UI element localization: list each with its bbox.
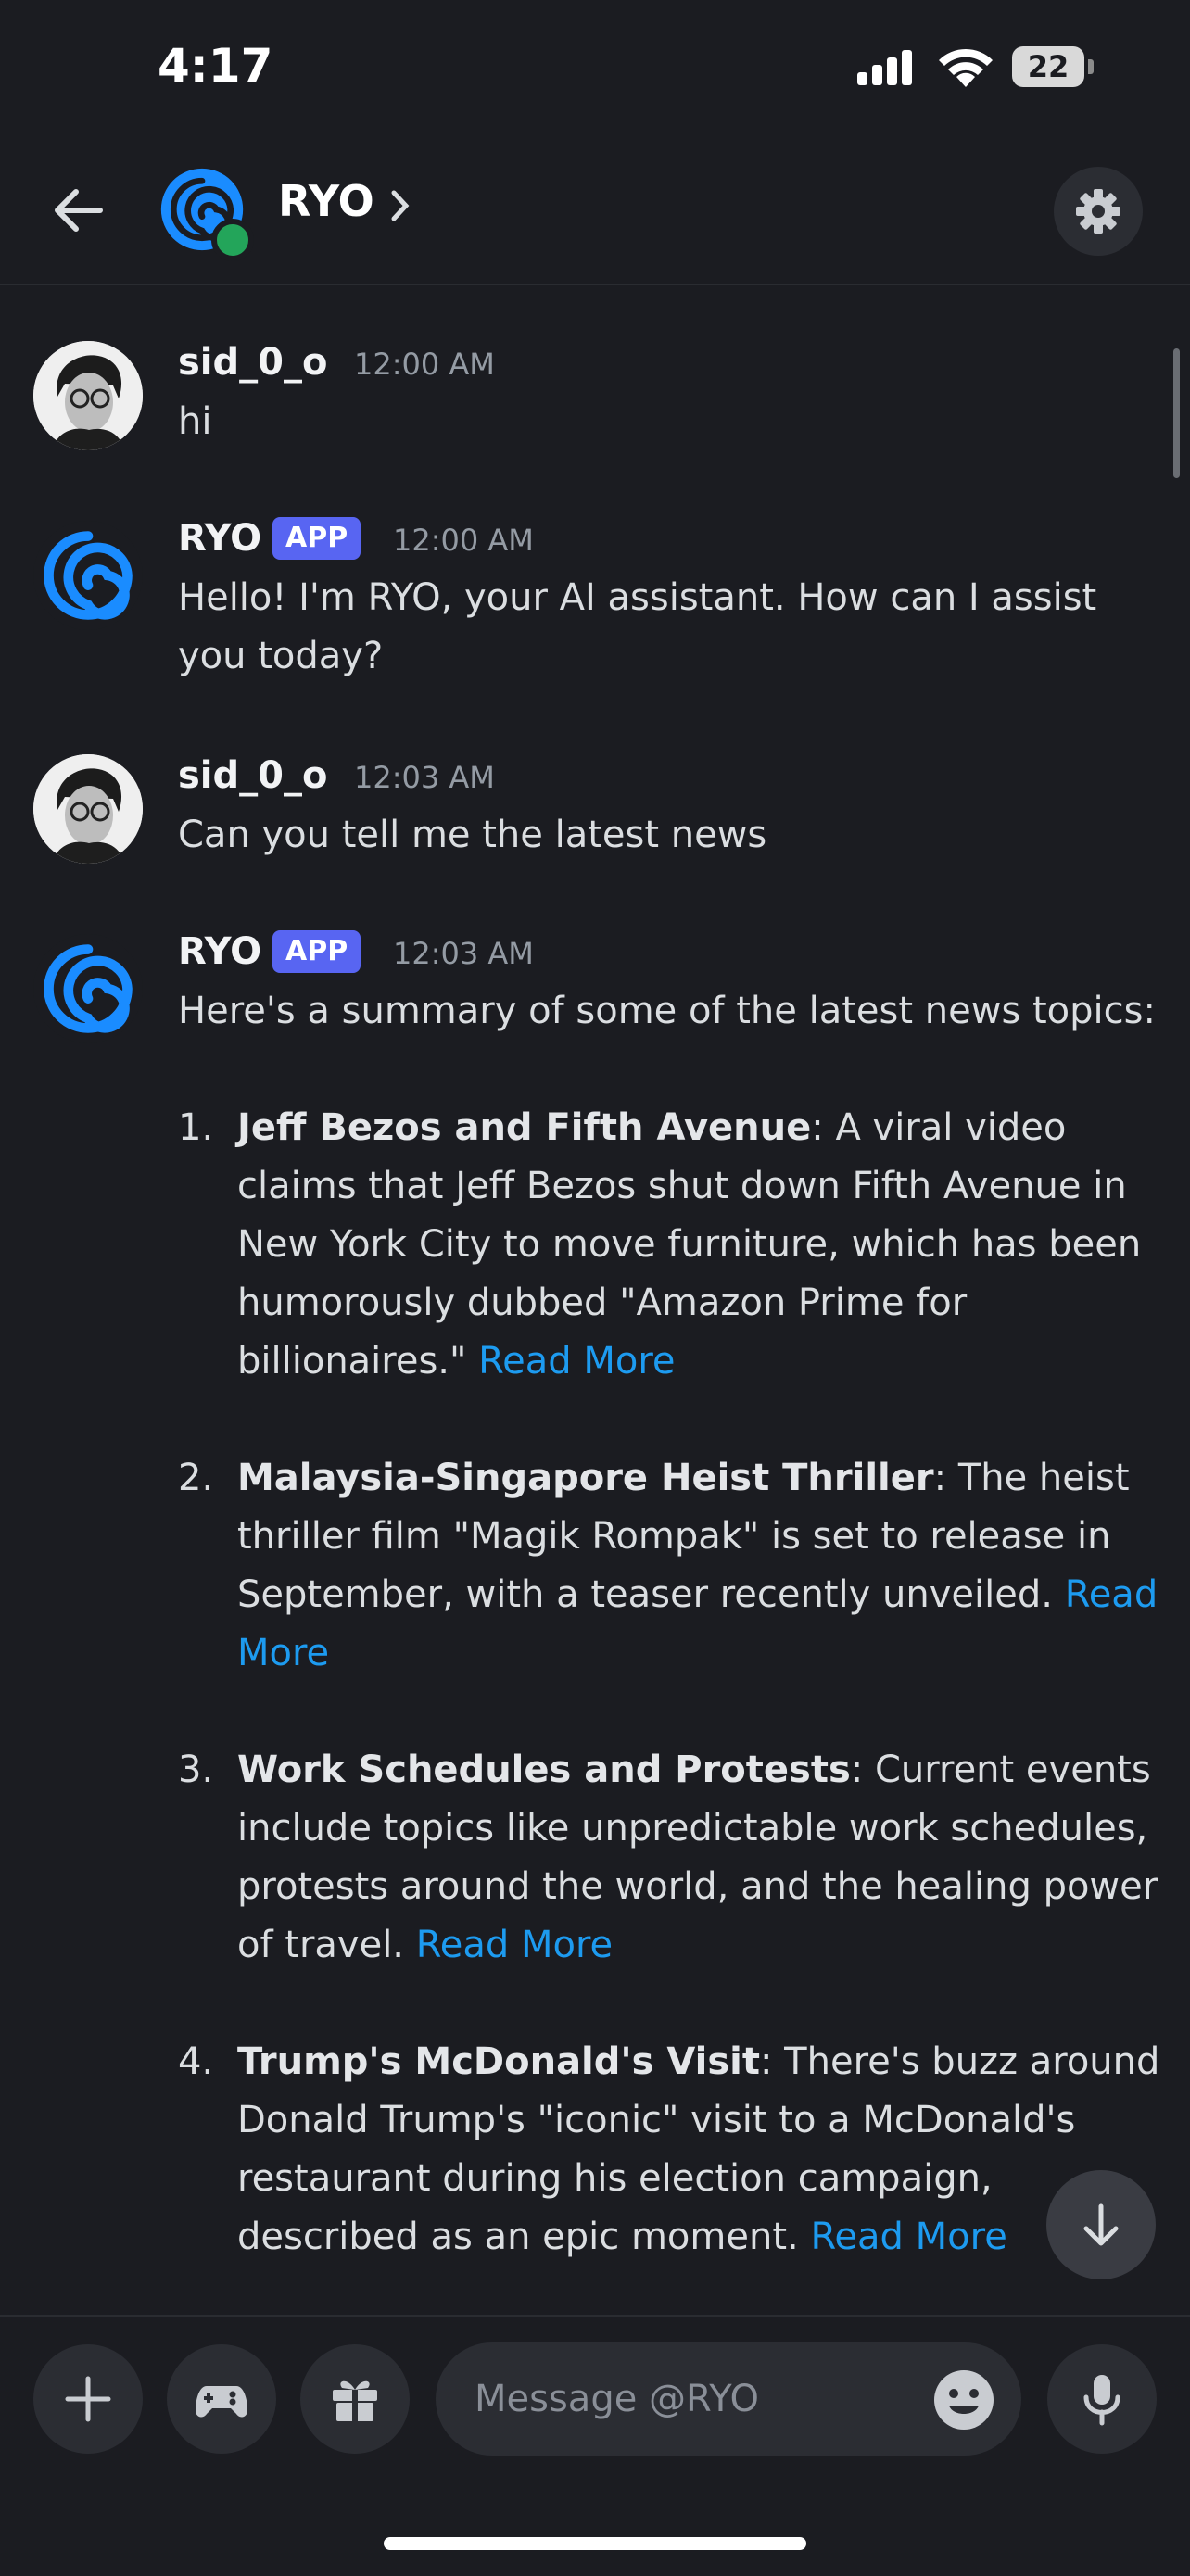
add-attachment-button[interactable] [33, 2344, 143, 2454]
author-name[interactable]: RYO [178, 517, 261, 560]
message-text: Can you tell me the latest news [178, 814, 767, 856]
home-indicator[interactable] [384, 2537, 806, 2550]
battery-level: 22 [1027, 49, 1070, 84]
read-more-link[interactable]: Read More [416, 1924, 613, 1966]
gift-button[interactable] [300, 2344, 410, 2454]
list-number: 3. [178, 1749, 214, 1791]
message-timestamp: 12:00 AM [393, 523, 534, 558]
read-more-link[interactable]: Read More [478, 1340, 675, 1383]
microphone-icon [1083, 2375, 1120, 2426]
user-avatar[interactable] [33, 341, 143, 450]
message-text: hi [178, 400, 212, 443]
chevron-right-icon[interactable] [389, 187, 411, 224]
status-bar: 4:17 22 [0, 0, 1190, 139]
person-photo-icon [33, 341, 143, 450]
author-name[interactable]: sid_0_o [178, 341, 327, 384]
plus-icon [65, 2376, 111, 2422]
online-status-icon [211, 219, 254, 261]
battery-icon: 22 [1012, 46, 1084, 87]
activities-button[interactable] [167, 2344, 276, 2454]
list-number: 2. [178, 1457, 214, 1499]
news-title: Trump's McDonald's Visit [237, 2040, 760, 2083]
message-text: Hello! I'm RYO, your AI assistant. How c… [178, 576, 1097, 677]
arrow-down-icon [1083, 2203, 1119, 2246]
news-list-item: 1. Jeff Bezos and Fifth Avenue: A viral … [178, 1099, 1160, 1391]
scrollbar[interactable] [1173, 348, 1180, 478]
gamepad-icon [196, 2386, 247, 2418]
message-timestamp: 12:03 AM [354, 760, 495, 795]
dm-header: RYO [0, 139, 1190, 285]
list-number: 4. [178, 2040, 214, 2083]
gift-icon [333, 2380, 377, 2421]
news-title: Malaysia-Singapore Heist Thriller [237, 1457, 934, 1499]
voice-message-button[interactable] [1047, 2344, 1157, 2454]
user-avatar[interactable] [33, 754, 143, 864]
ryo-avatar[interactable] [33, 521, 143, 630]
back-arrow-icon[interactable] [46, 178, 111, 243]
author-name[interactable]: RYO [178, 930, 261, 973]
list-number: 1. [178, 1106, 214, 1149]
gear-icon [1076, 189, 1120, 234]
wifi-icon [939, 48, 993, 87]
message-timestamp: 12:00 AM [354, 347, 495, 382]
status-time: 4:17 [158, 39, 273, 93]
message-text: Here's a summary of some of the latest n… [178, 990, 1156, 1032]
news-list-item: 3. Work Schedules and Protests: Current … [178, 1741, 1160, 1975]
signal-icon [857, 50, 912, 85]
battery-tip [1088, 59, 1094, 74]
app-badge: APP [272, 930, 361, 973]
news-title: Work Schedules and Protests [237, 1749, 851, 1791]
ryo-avatar[interactable] [33, 934, 143, 1043]
person-photo-icon [33, 754, 143, 864]
smiley-icon[interactable] [932, 2368, 995, 2431]
settings-button[interactable] [1054, 167, 1143, 256]
app-badge: APP [272, 517, 361, 560]
news-list-item: 2. Malaysia-Singapore Heist Thriller: Th… [178, 1449, 1160, 1683]
author-name[interactable]: sid_0_o [178, 754, 327, 797]
news-title: Jeff Bezos and Fifth Avenue [237, 1106, 812, 1149]
jump-to-latest-button[interactable] [1046, 2170, 1156, 2279]
news-list-item: 4. Trump's McDonald's Visit: There's buz… [178, 2033, 1160, 2267]
dm-title[interactable]: RYO [278, 176, 374, 226]
read-more-link[interactable]: Read More [810, 2216, 1006, 2258]
message-timestamp: 12:03 AM [393, 936, 534, 971]
